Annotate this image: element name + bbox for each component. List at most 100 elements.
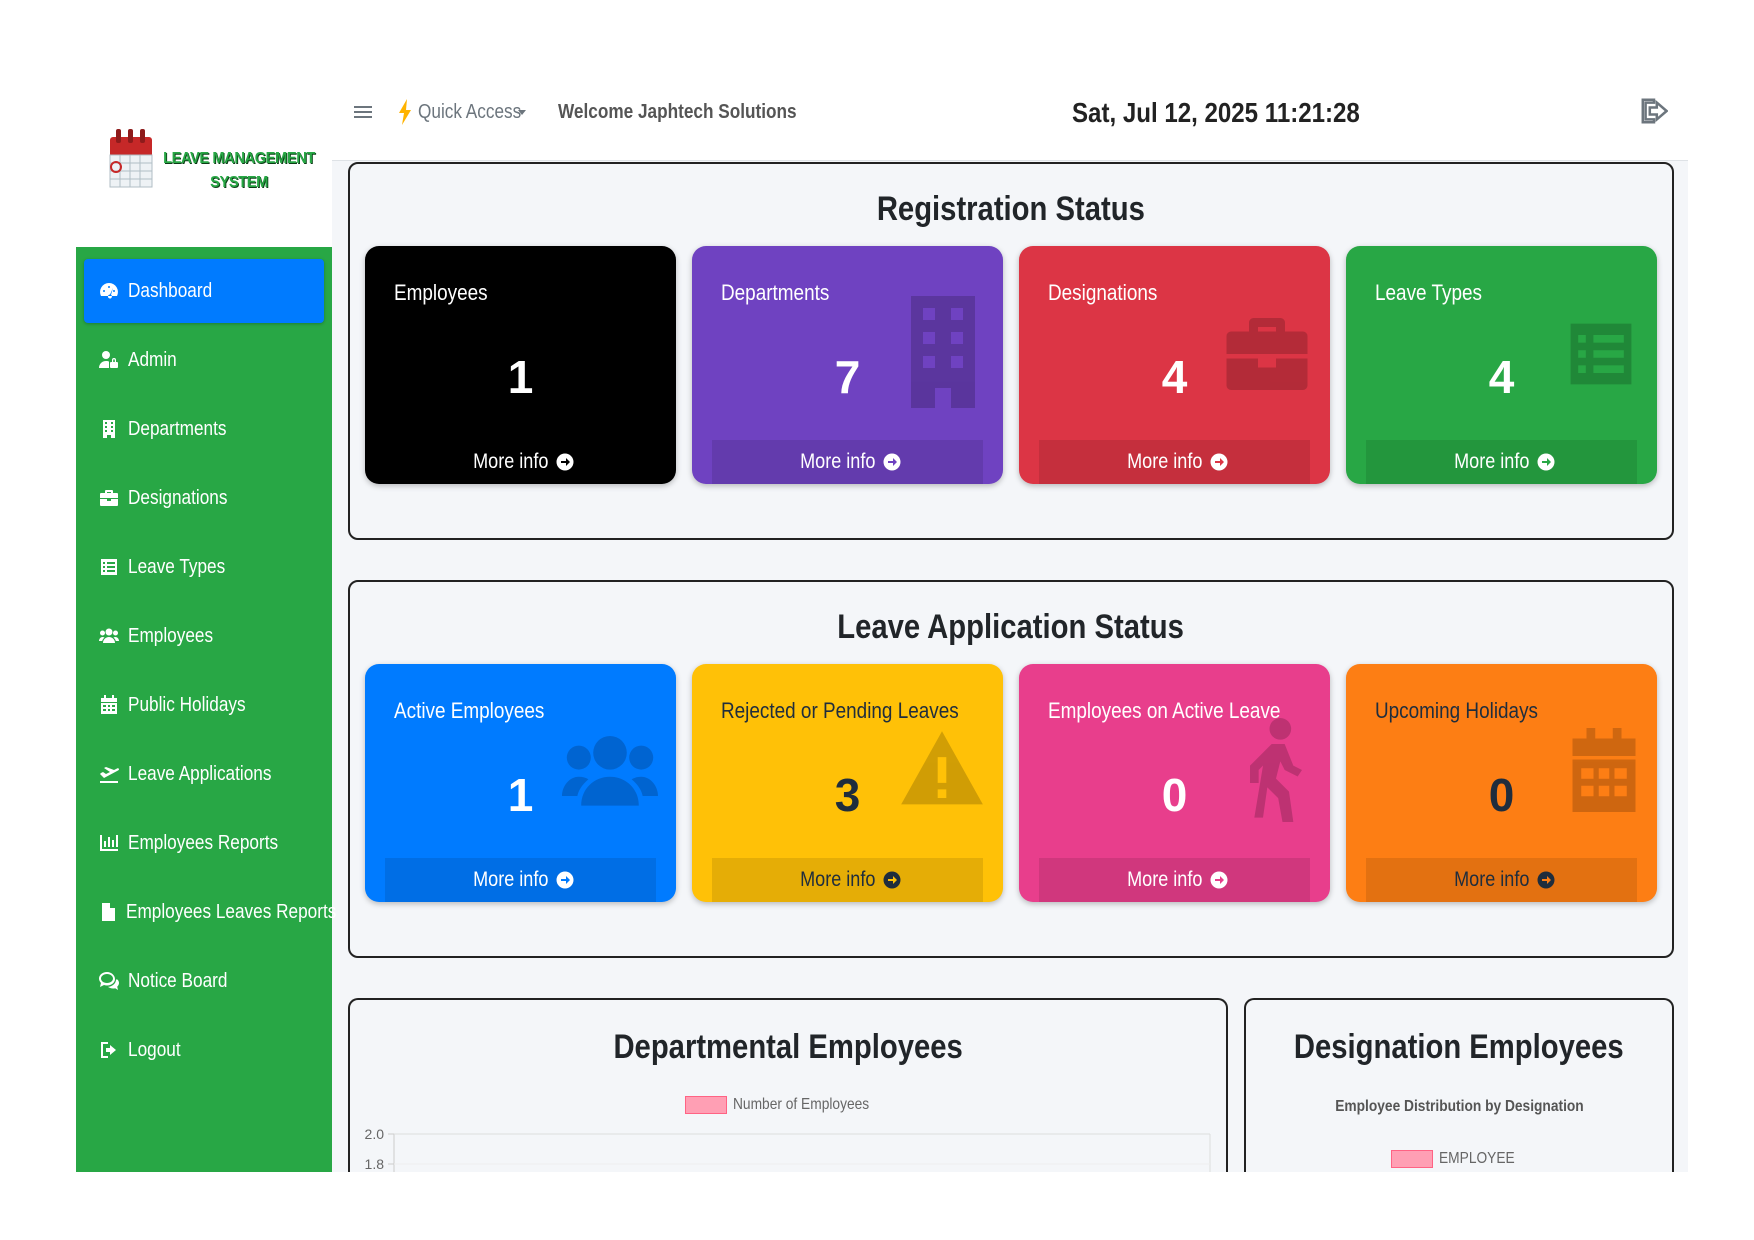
datetime-display: Sat, Jul 12, 2025 11:21:28 <box>1072 97 1360 128</box>
bolt-icon <box>399 99 411 125</box>
chart-title-text: Departmental Employees <box>613 1028 963 1066</box>
more-info-text: More info <box>799 450 876 473</box>
box-label: Departments <box>721 280 830 305</box>
chart-legend[interactable]: Number of Employees <box>350 1096 1226 1114</box>
panel-title-text: Registration Status <box>876 190 1146 228</box>
legend-label: Number of Employees <box>732 1096 869 1113</box>
sidebar-item-public-holidays[interactable]: Public Holidays <box>84 673 324 737</box>
more-info-link[interactable]: More info <box>1039 440 1310 484</box>
more-info-link[interactable]: More info <box>1366 440 1637 484</box>
sidebar-item-employees-leaves-reports[interactable]: Employees Leaves Reports <box>84 880 336 944</box>
brand-line-1: LEAVE MANAGEMENT <box>163 150 315 167</box>
building-icon <box>98 418 120 440</box>
sidebar-item-departments[interactable]: Departments <box>84 397 324 461</box>
sidebar-item-employees-reports[interactable]: Employees Reports <box>84 811 324 875</box>
sidebar-item-label: Logout <box>128 1038 181 1061</box>
briefcase-icon <box>98 487 120 509</box>
sidebar-item-notice-board[interactable]: Notice Board <box>84 949 324 1013</box>
departmental-employees-chart-panel: Departmental Employees Number of Employe… <box>348 998 1228 1172</box>
box-label: Leave Types <box>1375 280 1482 305</box>
arrow-circle-right-icon <box>556 453 574 471</box>
brand-line-2: SYSTEM <box>210 174 268 191</box>
box-value: 1 <box>507 351 534 403</box>
sidebar-nav: Dashboard Admin Departments Designations… <box>84 259 336 1087</box>
brand-title: LEAVE MANAGEMENT SYSTEM <box>163 147 315 195</box>
comments-icon <box>98 970 120 992</box>
more-info-text: More info <box>1126 868 1203 891</box>
user-lock-icon <box>98 349 120 371</box>
chart-bar-icon <box>98 832 120 854</box>
employees-count-box: Employees 1 More info <box>365 246 676 484</box>
registration-status-panel: Registration Status Employees 1 More inf… <box>348 162 1674 540</box>
arrow-circle-right-icon <box>1210 453 1228 471</box>
designation-employees-chart-panel: Designation Employees Employee Distribut… <box>1244 998 1674 1172</box>
sidebar-item-label: Admin <box>128 348 177 371</box>
sidebar-item-label: Dashboard <box>128 279 213 302</box>
more-info-link[interactable]: More info <box>385 440 656 484</box>
list-icon <box>98 556 120 578</box>
panel-title: Registration Status <box>350 190 1672 229</box>
panel-title: Leave Application Status <box>350 608 1672 647</box>
walking-icon <box>1250 714 1302 826</box>
file-icon <box>98 901 118 923</box>
sidebar-item-label: Employees Leaves Reports <box>126 900 337 923</box>
sidebar-item-logout[interactable]: Logout <box>84 1018 324 1082</box>
list-icon <box>1563 304 1639 404</box>
more-info-link[interactable]: More info <box>712 858 983 902</box>
quick-access-label: Quick Access <box>418 100 522 123</box>
sidebar-item-designations[interactable]: Designations <box>84 466 324 530</box>
active-employees-box: Active Employees 1 More info <box>365 664 676 902</box>
arrow-circle-right-icon <box>883 871 901 889</box>
hamburger-menu-icon[interactable] <box>354 103 372 121</box>
box-label: Designations <box>1048 280 1158 305</box>
sidebar-item-admin[interactable]: Admin <box>84 328 324 392</box>
legend-swatch <box>1390 1150 1433 1168</box>
employees-on-active-leave-box: Employees on Active Leave 0 More info <box>1019 664 1330 902</box>
calendar-logo-icon <box>109 129 153 188</box>
sidebar-item-label: Employees <box>128 624 214 647</box>
legend-label: EMPLOYEE <box>1438 1150 1515 1167</box>
more-info-text: More info <box>472 450 549 473</box>
arrow-circle-right-icon <box>1537 453 1555 471</box>
y-tick-label: 1.8 <box>365 1156 385 1172</box>
sidebar-item-label: Leave Types <box>128 555 226 578</box>
leave-types-count-box: Leave Types 4 More info <box>1346 246 1657 484</box>
calendar-icon <box>1569 714 1639 826</box>
sign-out-icon <box>98 1039 120 1061</box>
sidebar-item-label: Leave Applications <box>128 762 272 785</box>
panel-title-text: Leave Application Status <box>837 608 1185 646</box>
sidebar-item-employees[interactable]: Employees <box>84 604 324 668</box>
logout-icon[interactable] <box>1640 97 1669 125</box>
arrow-circle-right-icon <box>1210 871 1228 889</box>
chart-subtitle-text: Employee Distribution by Designation <box>1334 1098 1584 1115</box>
sidebar-item-leave-applications[interactable]: Leave Applications <box>84 742 324 806</box>
briefcase-icon <box>1222 304 1312 404</box>
chart-title-text: Designation Employees <box>1294 1028 1624 1066</box>
more-info-link[interactable]: More info <box>1039 858 1310 902</box>
more-info-text: More info <box>472 868 549 891</box>
bar-chart: 2.0 1.8 <box>365 1126 1211 1172</box>
box-label: Upcoming Holidays <box>1375 698 1538 723</box>
sidebar-item-label: Departments <box>128 417 227 440</box>
more-info-link[interactable]: More info <box>385 858 656 902</box>
more-info-link[interactable]: More info <box>1366 858 1637 902</box>
rejected-pending-leaves-box: Rejected or Pending Leaves 3 More info <box>692 664 1003 902</box>
more-info-link[interactable]: More info <box>712 440 983 484</box>
chart-subtitle: Employee Distribution by Designation <box>1246 1098 1672 1116</box>
box-label: Employees <box>394 280 488 305</box>
tachometer-icon <box>98 280 120 302</box>
sidebar: LEAVE MANAGEMENT SYSTEM Dashboard Admin … <box>76 75 336 1172</box>
sidebar-item-dashboard[interactable]: Dashboard <box>84 259 324 323</box>
more-info-text: More info <box>1453 868 1530 891</box>
warning-icon <box>899 714 985 826</box>
sidebar-item-label: Notice Board <box>128 969 228 992</box>
chart-legend[interactable]: EMPLOYEE <box>1246 1150 1672 1168</box>
sidebar-item-label: Public Holidays <box>128 693 246 716</box>
box-label: Active Employees <box>394 698 545 723</box>
sidebar-item-leave-types[interactable]: Leave Types <box>84 535 324 599</box>
sidebar-item-label: Employees Reports <box>128 831 279 854</box>
departments-count-box: Departments 7 More info <box>692 246 1003 484</box>
quick-access-dropdown[interactable]: Quick Access <box>398 99 526 125</box>
leave-application-status-panel: Leave Application Status Active Employee… <box>348 580 1674 958</box>
brand[interactable]: LEAVE MANAGEMENT SYSTEM <box>76 75 332 247</box>
